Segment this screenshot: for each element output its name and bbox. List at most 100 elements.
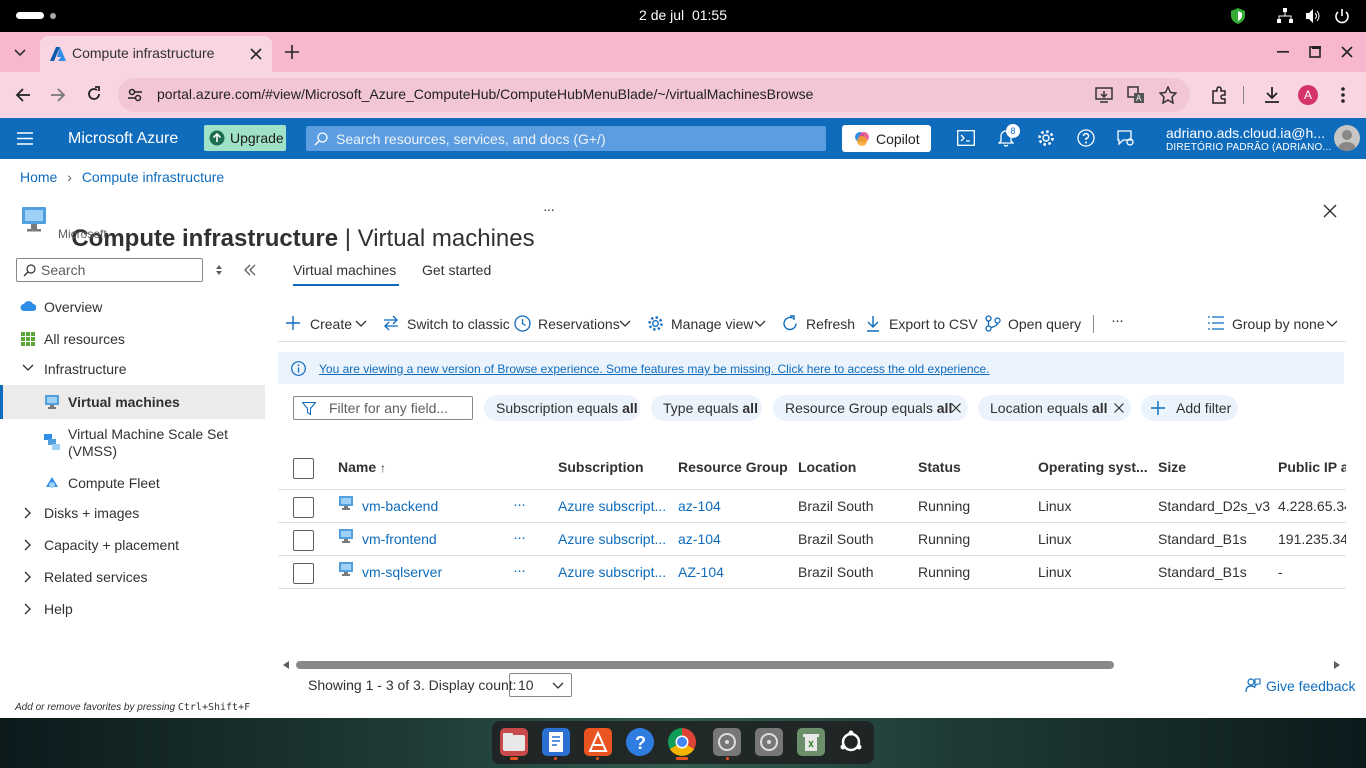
close-window-icon[interactable] [1341, 46, 1353, 58]
cloud-shell-icon[interactable] [957, 130, 975, 146]
sidebar-item-all-resources[interactable]: All resources [0, 326, 265, 352]
row-checkbox[interactable] [293, 530, 314, 551]
copilot-button[interactable]: Copilot [842, 125, 931, 152]
reservations-button[interactable]: Reservations [514, 312, 634, 336]
user-directory[interactable]: DIRETÓRIO PADRÃO (ADRIANO... [1166, 142, 1331, 153]
network-icon[interactable] [1277, 8, 1293, 24]
reload-icon[interactable] [86, 86, 102, 102]
show-apps-icon[interactable] [837, 728, 865, 756]
files-icon[interactable] [500, 728, 528, 756]
page-more-button[interactable]: ··· [543, 201, 555, 217]
column-header-name[interactable]: Name ↑ [338, 459, 386, 475]
app-center-icon[interactable] [584, 728, 612, 756]
sidebar-group-infrastructure[interactable]: Infrastructure [0, 356, 265, 382]
manage-view-button[interactable]: Manage view [647, 312, 769, 336]
resource-group-filter-chip[interactable]: Resource Group equals all [773, 395, 968, 421]
row-more-button[interactable]: ··· [513, 529, 526, 546]
upgrade-button[interactable]: Upgrade [204, 125, 286, 151]
back-icon[interactable] [15, 87, 31, 103]
create-button[interactable]: Create [286, 312, 368, 336]
row-checkbox[interactable] [293, 563, 314, 584]
column-header-resource-group[interactable]: Resource Group [678, 459, 788, 475]
subscription-link[interactable]: Azure subscript... [558, 498, 666, 514]
group-by-dropdown[interactable]: Group by none [1208, 312, 1340, 336]
browser-tab-active[interactable]: Compute infrastructure [40, 36, 272, 72]
collapse-sidebar-icon[interactable] [244, 264, 256, 276]
toolbar-more-button[interactable]: ··· [1111, 312, 1124, 329]
row-checkbox[interactable] [293, 497, 314, 518]
column-header-location[interactable]: Location [798, 459, 856, 475]
sidebar-item-vmss[interactable]: Virtual Machine Scale Set (VMSS) [0, 424, 265, 464]
remove-filter-icon[interactable] [951, 403, 961, 413]
vm-name-link[interactable]: vm-sqlserver [362, 564, 442, 580]
portal-menu-icon[interactable] [17, 132, 33, 145]
trash-icon[interactable] [797, 728, 825, 756]
feedback-icon[interactable] [1117, 129, 1135, 147]
sidebar-group-disks[interactable]: Disks + images [0, 500, 265, 526]
site-info-icon[interactable] [127, 87, 143, 103]
extensions-icon[interactable] [1210, 86, 1228, 104]
column-header-status[interactable]: Status [918, 459, 961, 475]
resource-group-link[interactable]: az-104 [678, 498, 721, 514]
row-more-button[interactable]: ··· [513, 562, 526, 579]
horizontal-scrollbar[interactable] [280, 658, 1346, 672]
column-header-size[interactable]: Size [1158, 459, 1186, 475]
power-icon[interactable] [1334, 8, 1350, 24]
shield-icon[interactable] [1231, 8, 1245, 24]
switch-classic-button[interactable]: Switch to classic [383, 312, 510, 336]
tab-get-started[interactable]: Get started [422, 262, 491, 278]
close-blade-icon[interactable] [1323, 204, 1337, 218]
disk-icon[interactable] [713, 728, 741, 756]
sidebar-group-help[interactable]: Help [0, 596, 265, 622]
text-editor-icon[interactable] [542, 728, 570, 756]
column-header-os[interactable]: Operating syst... [1038, 459, 1148, 475]
azure-brand[interactable]: Microsoft Azure [68, 130, 178, 148]
select-all-checkbox[interactable] [293, 458, 314, 479]
open-query-button[interactable]: Open query [985, 312, 1081, 336]
profile-avatar[interactable]: A [1298, 85, 1318, 105]
close-tab-icon[interactable] [250, 48, 262, 60]
new-tab-icon[interactable] [285, 45, 299, 59]
translate-icon[interactable]: A [1127, 86, 1145, 104]
clock[interactable]: 2 de jul 01:55 [600, 7, 766, 23]
maximize-icon[interactable] [1309, 46, 1321, 58]
breadcrumb-home[interactable]: Home [20, 169, 57, 185]
scroll-right-icon[interactable] [1334, 661, 1340, 669]
subscription-link[interactable]: Azure subscript... [558, 564, 666, 580]
sidebar-search[interactable]: Search [16, 258, 203, 282]
help-app-icon[interactable]: ? [626, 728, 654, 756]
row-more-button[interactable]: ··· [513, 496, 526, 513]
subscription-link[interactable]: Azure subscript... [558, 531, 666, 547]
scroll-left-icon[interactable] [283, 661, 289, 669]
browser-menu-icon[interactable] [1341, 86, 1345, 104]
minimize-icon[interactable] [1277, 51, 1289, 53]
scrollbar-thumb[interactable] [296, 661, 1114, 669]
column-header-subscription[interactable]: Subscription [558, 459, 644, 475]
user-email[interactable]: adriano.ads.cloud.ia@h... [1166, 125, 1325, 141]
column-header-public-ip[interactable]: Public IP ad [1278, 459, 1346, 475]
sidebar-group-related[interactable]: Related services [0, 564, 265, 590]
add-filter-button[interactable]: Add filter [1141, 395, 1238, 421]
sidebar-item-compute-fleet[interactable]: Compute Fleet [0, 470, 265, 496]
install-app-icon[interactable] [1095, 86, 1113, 104]
disk-icon[interactable] [755, 728, 783, 756]
chrome-icon[interactable] [668, 728, 696, 756]
sidebar-group-capacity[interactable]: Capacity + placement [0, 532, 265, 558]
activities-indicator[interactable] [16, 12, 44, 19]
bookmark-star-icon[interactable] [1159, 86, 1177, 104]
location-filter-chip[interactable]: Location equals all [978, 395, 1131, 421]
volume-icon[interactable] [1305, 8, 1321, 24]
forward-icon[interactable] [50, 87, 66, 103]
global-search[interactable]: Search resources, services, and docs (G+… [306, 126, 826, 151]
sidebar-item-virtual-machines[interactable]: Virtual machines [0, 385, 265, 419]
settings-gear-icon[interactable] [1037, 129, 1055, 147]
export-csv-button[interactable]: Export to CSV [866, 312, 978, 336]
old-experience-link[interactable]: You are viewing a new version of Browse … [319, 362, 990, 376]
help-icon[interactable] [1077, 129, 1095, 147]
filter-input[interactable]: Filter for any field... [293, 396, 473, 420]
vm-name-link[interactable]: vm-frontend [362, 531, 437, 547]
vm-name-link[interactable]: vm-backend [362, 498, 438, 514]
tab-virtual-machines[interactable]: Virtual machines [293, 262, 396, 278]
address-bar[interactable]: portal.azure.com/#view/Microsoft_Azure_C… [118, 78, 1190, 112]
breadcrumb-current[interactable]: Compute infrastructure [82, 169, 224, 185]
